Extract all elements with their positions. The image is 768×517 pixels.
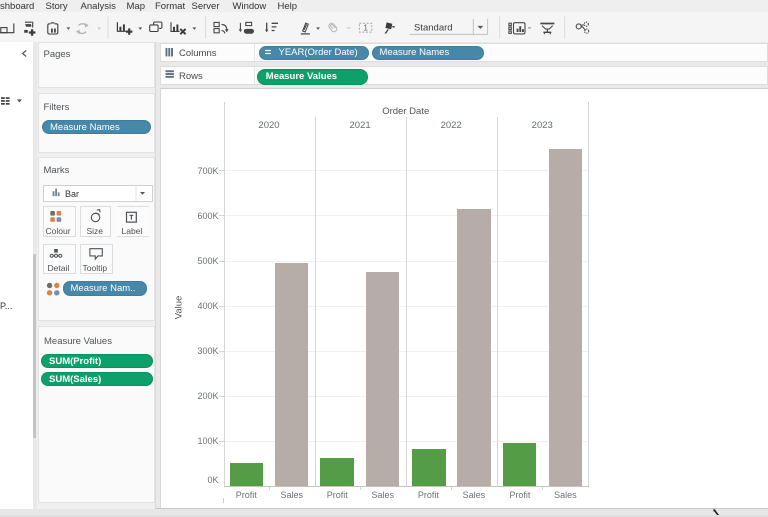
svg-text:Standard: Standard [414,22,453,33]
svg-text:P...: P... [0,301,12,311]
svg-text:1: 1 [363,23,368,33]
